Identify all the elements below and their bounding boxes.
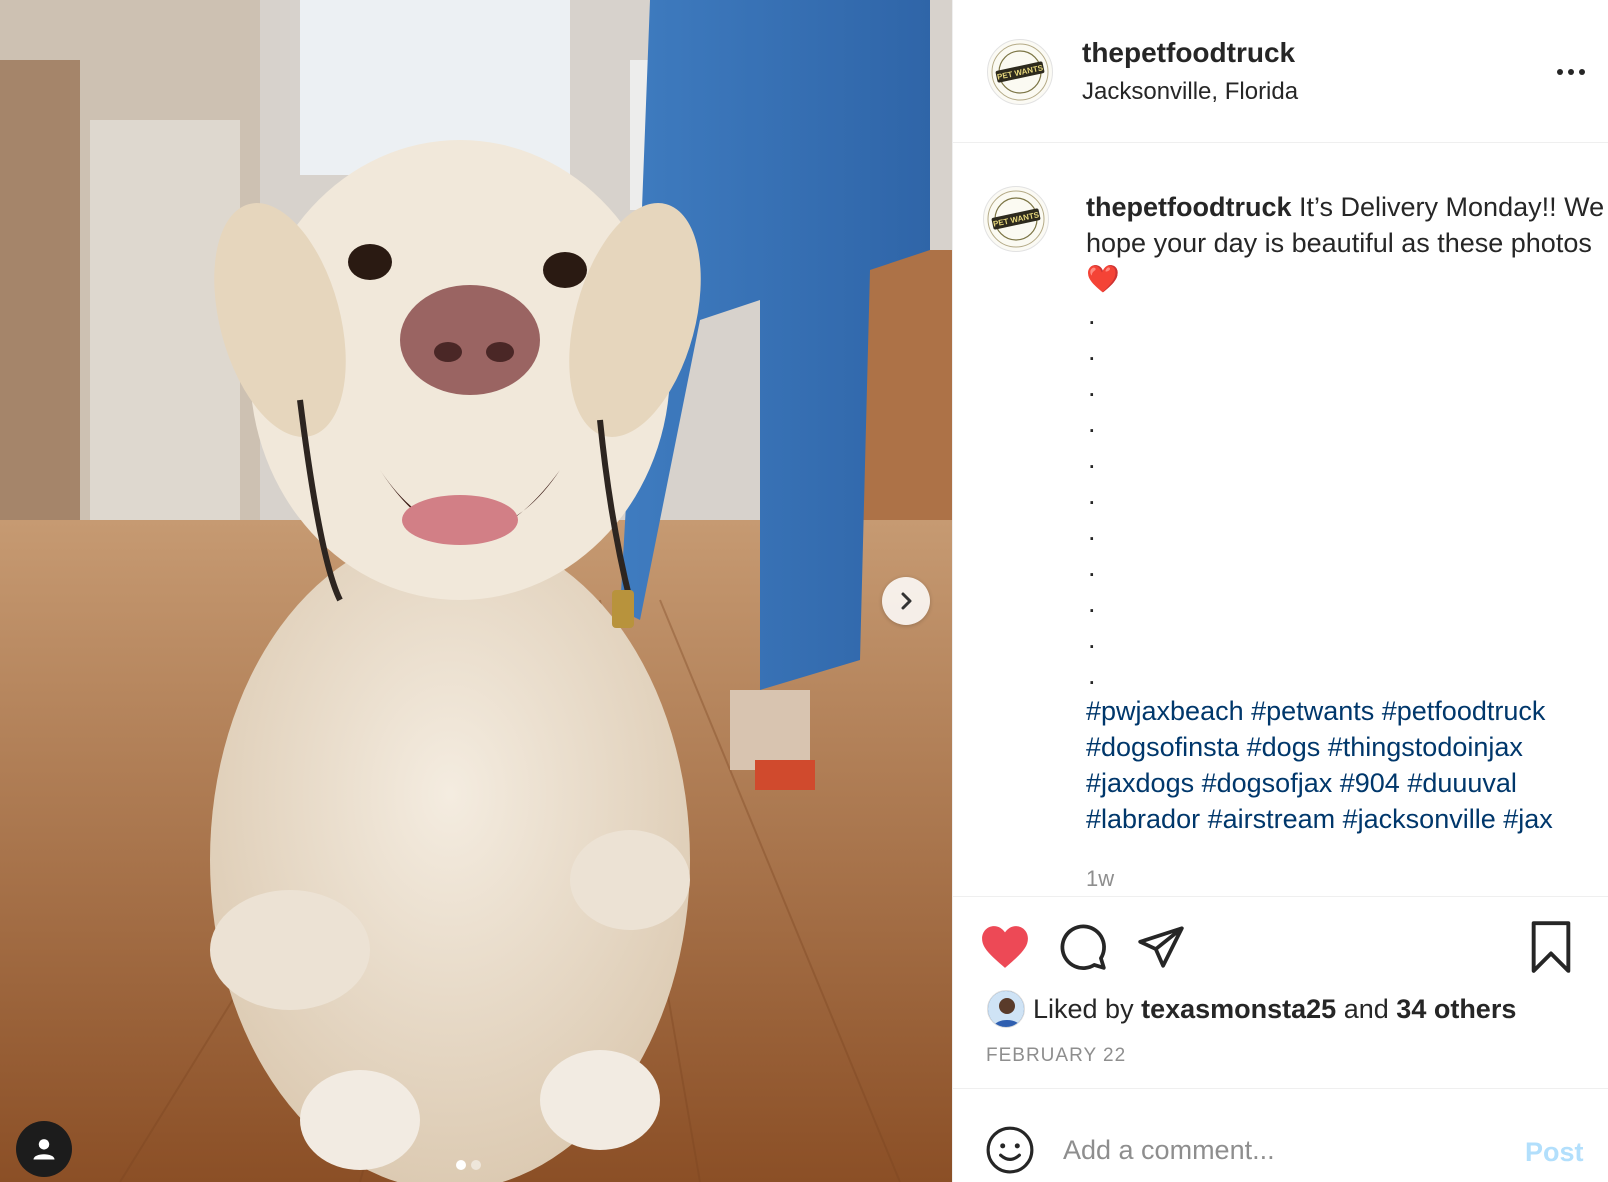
- caption-author-avatar[interactable]: PET WANTS: [983, 186, 1049, 252]
- comment-button[interactable]: [1057, 921, 1109, 973]
- post-location[interactable]: Jacksonville, Florida: [1082, 78, 1298, 106]
- pet-wants-logo: PET WANTS: [991, 43, 1049, 101]
- hashtag-link[interactable]: #904: [1340, 768, 1400, 798]
- author-username[interactable]: thepetfoodtruck: [1082, 37, 1295, 69]
- post-comment-button[interactable]: Post: [1525, 1137, 1584, 1168]
- chevron-right-icon: [901, 592, 912, 610]
- caption-dot-line: .: [1088, 552, 1096, 582]
- share-button[interactable]: [1135, 921, 1187, 973]
- carousel-dot-2: [471, 1160, 481, 1170]
- tagged-users-button[interactable]: [16, 1121, 72, 1177]
- hashtag-link[interactable]: #jaxdogs: [1086, 768, 1194, 798]
- caption-dot-line: .: [1088, 660, 1096, 690]
- comment-bubble-icon: [1060, 924, 1106, 970]
- caption-dot-line: .: [1088, 624, 1096, 654]
- liked-by-prefix: Liked by: [1033, 993, 1134, 1024]
- carousel-indicator: [456, 1160, 481, 1170]
- bookmark-icon: [1531, 921, 1571, 973]
- heart-filled-icon: [982, 926, 1028, 968]
- more-horizontal-icon: [1557, 69, 1585, 75]
- hashtag-link[interactable]: #petfoodtruck: [1382, 696, 1546, 726]
- carousel-next-button[interactable]: [882, 577, 930, 625]
- comment-input[interactable]: [1063, 1123, 1483, 1177]
- post-header: PET WANTS thepetfoodtruck Jacksonville, …: [953, 0, 1608, 143]
- caption-dots: ...........: [1086, 297, 1606, 693]
- caption-dot-line: .: [1088, 336, 1096, 366]
- caption-dot-line: .: [1088, 372, 1096, 402]
- hashtag-link[interactable]: #pwjaxbeach: [1086, 696, 1244, 726]
- dog-photo-illustration: [0, 0, 952, 1182]
- caption-dot-line: .: [1088, 444, 1096, 474]
- pet-wants-logo: PET WANTS: [987, 190, 1045, 248]
- post-date[interactable]: FEBRUARY 22: [986, 1045, 1126, 1067]
- hashtag-link[interactable]: #dogsofjax: [1202, 768, 1333, 798]
- hashtag-link[interactable]: #labrador: [1086, 804, 1200, 834]
- liker-avatar[interactable]: [987, 990, 1025, 1028]
- others-likes-link[interactable]: 34 others: [1396, 994, 1516, 1025]
- caption-area: PET WANTS thepetfoodtruck It’s Delivery …: [953, 144, 1608, 896]
- caption-username[interactable]: thepetfoodtruck: [1086, 192, 1292, 222]
- smiley-icon: [986, 1126, 1034, 1174]
- liked-by-and: and: [1343, 993, 1389, 1024]
- hashtag-link[interactable]: #airstream: [1208, 804, 1336, 834]
- post-caption: thepetfoodtruck It’s Delivery Monday!! W…: [1086, 189, 1606, 837]
- author-avatar[interactable]: PET WANTS: [987, 39, 1053, 105]
- hashtag-link[interactable]: #dogs: [1247, 732, 1321, 762]
- person-avatar-icon: [988, 991, 1024, 1027]
- paper-plane-icon: [1138, 926, 1184, 968]
- liker-username[interactable]: texasmonsta25: [1141, 994, 1336, 1025]
- hashtag-link[interactable]: #petwants: [1251, 696, 1374, 726]
- caption-time-ago: 1w: [1086, 866, 1115, 891]
- post-photo[interactable]: [0, 0, 952, 1182]
- hashtag-link[interactable]: #thingstodoinjax: [1328, 732, 1523, 762]
- like-button[interactable]: [979, 921, 1031, 973]
- hashtag-link[interactable]: #jax: [1503, 804, 1553, 834]
- caption-dot-line: .: [1088, 480, 1096, 510]
- hashtag-link[interactable]: #dogsofinsta: [1086, 732, 1239, 762]
- caption-hashtags: #pwjaxbeach #petwants #petfoodtruck #dog…: [1086, 693, 1606, 837]
- caption-dot-line: .: [1088, 408, 1096, 438]
- likes-summary: Liked by texasmonsta25 and 34 others: [987, 990, 1516, 1028]
- user-icon: [33, 1139, 55, 1160]
- more-options-button[interactable]: [1553, 54, 1589, 90]
- caption-dot-line: .: [1088, 588, 1096, 618]
- caption-dot-line: .: [1088, 516, 1096, 546]
- hashtag-link[interactable]: #duuuval: [1407, 768, 1517, 798]
- carousel-dot-1: [456, 1160, 466, 1170]
- emoji-button[interactable]: [985, 1125, 1035, 1175]
- hashtag-link[interactable]: #jacksonville: [1343, 804, 1496, 834]
- post-actions: Liked by texasmonsta25 and 34 others FEB…: [953, 896, 1608, 1084]
- post-details-panel: PET WANTS thepetfoodtruck Jacksonville, …: [952, 0, 1608, 1182]
- caption-dot-line: .: [1088, 300, 1096, 330]
- comment-composer: Post: [953, 1088, 1608, 1182]
- save-button[interactable]: [1525, 921, 1577, 973]
